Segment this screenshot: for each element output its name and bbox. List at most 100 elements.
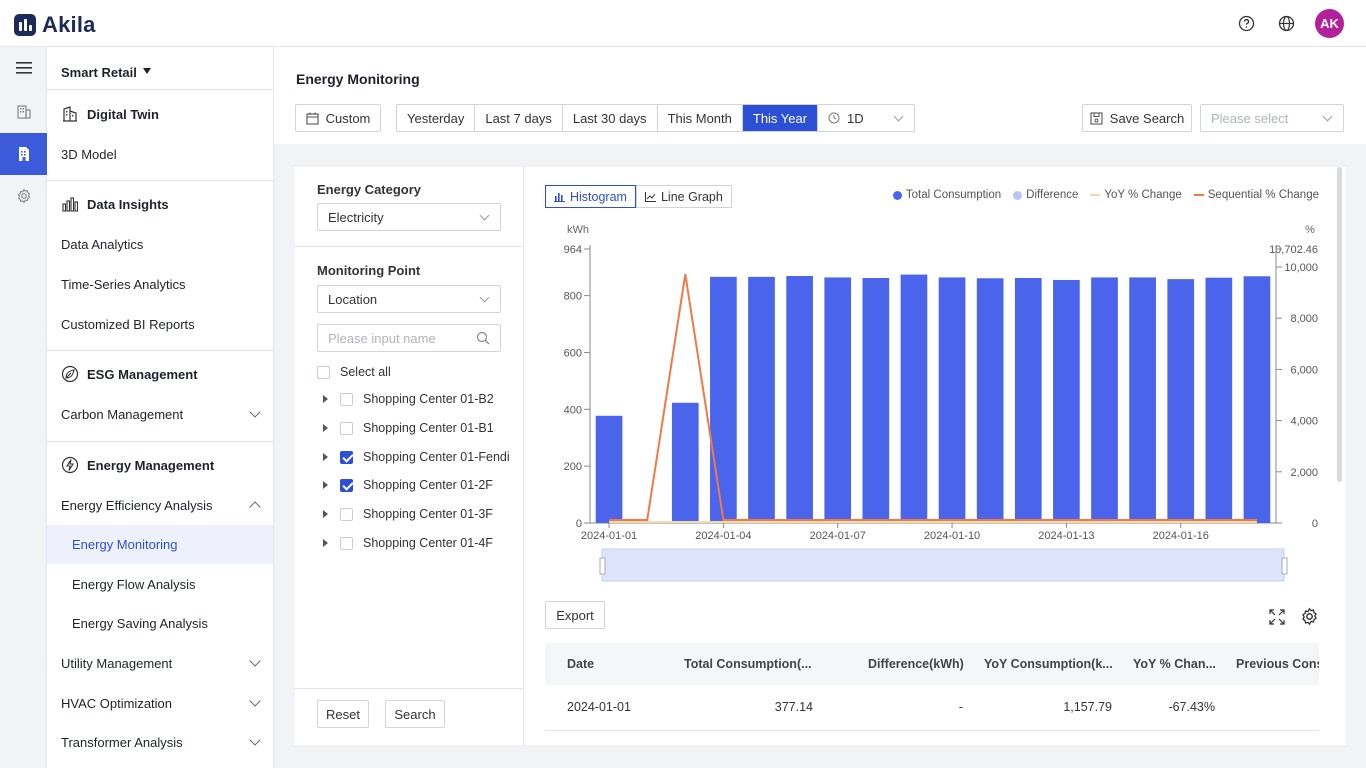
column-header[interactable]: Difference(kWh)	[868, 657, 964, 671]
monitoring-point-label: Monitoring Point	[317, 263, 421, 278]
calendar-icon	[306, 112, 319, 125]
workspace-selector[interactable]: Smart Retail	[47, 55, 273, 89]
expand-arrow-icon[interactable]	[323, 481, 328, 489]
monitoring-point-select[interactable]: Location	[317, 285, 501, 313]
settings-gear-icon[interactable]	[0, 175, 47, 217]
range-this-year[interactable]: This Year	[742, 105, 818, 131]
clock-icon	[828, 112, 840, 124]
y-tick-label: 800	[564, 291, 582, 303]
tree-item[interactable]: Shopping Center 01-4F	[323, 536, 493, 550]
energy-icon	[61, 456, 79, 474]
checkbox[interactable]	[317, 365, 330, 379]
column-header[interactable]: Previous Consu	[1236, 657, 1319, 671]
checkbox[interactable]	[340, 536, 353, 550]
point-search-input[interactable]: Please input name	[317, 324, 501, 352]
x-tick-label: 2024-01-10	[924, 530, 980, 542]
expand-arrow-icon[interactable]	[323, 539, 328, 547]
sidebar-item-data-analytics[interactable]: Data Analytics	[47, 227, 273, 261]
histogram-tab[interactable]: Histogram	[545, 185, 636, 208]
range-last-7-days[interactable]: Last 7 days	[475, 105, 563, 131]
range-last-30-days[interactable]: Last 30 days	[563, 105, 658, 131]
y-tick-label: 200	[564, 461, 582, 473]
legend-item[interactable]: Sequential % Change	[1193, 189, 1319, 201]
expand-arrow-icon[interactable]	[323, 424, 328, 432]
table-cell: 377.14	[774, 700, 813, 714]
reset-button[interactable]: Reset	[317, 700, 369, 728]
search-button[interactable]: Search	[385, 700, 445, 728]
saved-search-select[interactable]: Please select	[1200, 104, 1344, 132]
section-digital-twin[interactable]: Digital Twin	[47, 97, 273, 131]
search-icon[interactable]	[476, 331, 490, 345]
app-logo[interactable]: Akila	[14, 12, 96, 38]
legend-item[interactable]: Difference	[1013, 189, 1078, 201]
sidebar-item-customized-bi-reports[interactable]: Customized BI Reports	[47, 307, 273, 341]
x-tick-label: 2024-01-04	[695, 530, 751, 542]
help-icon[interactable]	[1235, 13, 1257, 35]
granularity-select[interactable]: 1D	[817, 104, 915, 132]
column-header[interactable]: YoY % Chan...	[1133, 657, 1218, 671]
checkbox[interactable]	[340, 507, 353, 521]
column-header[interactable]: YoY Consumption(k...	[984, 657, 1114, 671]
bar-chart-icon	[61, 195, 79, 213]
scrollbar[interactable]	[1337, 167, 1342, 482]
tree-item[interactable]: Shopping Center 01-Fendi	[323, 450, 510, 464]
legend-item[interactable]: YoY % Change	[1090, 189, 1182, 201]
filter-panel: Energy Category Electricity Monitoring P…	[295, 167, 524, 745]
sidebar-item-transformer-analysis[interactable]: Transformer Analysis	[47, 725, 273, 759]
checkbox[interactable]	[340, 450, 353, 464]
x-tick-label: 2024-01-16	[1153, 530, 1209, 542]
tree-item[interactable]: Shopping Center 01-3F	[323, 507, 493, 521]
sidebar-item-energy-efficiency-analysis[interactable]: Energy Efficiency Analysis	[47, 488, 273, 522]
expand-arrow-icon[interactable]	[323, 510, 328, 518]
expand-arrow-icon[interactable]	[323, 395, 328, 403]
range-this-month[interactable]: This Month	[658, 105, 743, 131]
table-cell: -67.43%	[1168, 700, 1215, 714]
sidebar-item-energy-monitoring[interactable]: Energy Monitoring	[47, 525, 273, 564]
sidebar-item-energy-saving-analysis[interactable]: Energy Saving Analysis	[47, 606, 273, 640]
chevron-down-icon	[479, 292, 490, 303]
globe-icon[interactable]	[1275, 13, 1297, 35]
checkbox[interactable]	[340, 478, 353, 492]
custom-range-button[interactable]: Custom	[295, 104, 381, 132]
energy-building-icon[interactable]	[0, 133, 47, 175]
chevron-up-icon	[249, 501, 261, 513]
fullscreen-icon[interactable]	[1269, 609, 1285, 628]
sidebar-item-3d-model[interactable]: 3D Model	[47, 137, 273, 171]
sidebar-item-hvac-optimization[interactable]: HVAC Optimization	[47, 686, 273, 720]
y-tick-label: 400	[564, 404, 582, 416]
sidebar-item-utility-management[interactable]: Utility Management	[47, 646, 273, 680]
leaf-icon	[61, 365, 79, 383]
main-content: Energy Monitoring Custom Yesterday Last …	[274, 47, 1366, 768]
tree-item[interactable]: Shopping Center 01-B1	[323, 421, 494, 435]
checkbox[interactable]	[340, 421, 353, 435]
section-data-insights[interactable]: Data Insights	[47, 187, 273, 221]
y2-tick-label: 6,000	[1290, 364, 1318, 376]
select-all-checkbox[interactable]: Select all	[317, 365, 391, 379]
menu-toggle-icon[interactable]	[0, 47, 47, 89]
checkbox[interactable]	[340, 392, 353, 406]
zoom-handle-right	[1281, 557, 1288, 575]
left-axis-unit: kWh	[567, 224, 589, 236]
column-header[interactable]: Date	[567, 657, 667, 671]
section-energy-management[interactable]: Energy Management	[47, 448, 273, 482]
energy-category-select[interactable]: Electricity	[317, 203, 501, 231]
column-header[interactable]: Total Consumption(...	[684, 657, 814, 671]
export-button[interactable]: Export	[545, 601, 605, 629]
sidebar-item-energy-flow-analysis[interactable]: Energy Flow Analysis	[47, 567, 273, 601]
tree-item[interactable]: Shopping Center 01-2F	[323, 478, 493, 492]
expand-arrow-icon[interactable]	[323, 453, 328, 461]
section-esg-management[interactable]: ESG Management	[47, 357, 273, 391]
sidebar-item-carbon-management[interactable]: Carbon Management	[47, 397, 273, 431]
save-search-button[interactable]: Save Search	[1082, 104, 1192, 132]
table-settings-icon[interactable]	[1300, 607, 1319, 629]
logo-icon	[14, 14, 36, 36]
range-yesterday[interactable]: Yesterday	[397, 105, 476, 131]
tree-item[interactable]: Shopping Center 01-B2	[323, 392, 494, 406]
line-graph-tab[interactable]: Line Graph	[635, 185, 732, 208]
building-icon[interactable]	[0, 91, 47, 133]
chevron-down-icon	[893, 111, 904, 122]
user-avatar[interactable]: AK	[1315, 9, 1344, 38]
legend-item[interactable]: Total Consumption	[892, 189, 1001, 201]
sidebar-item-time-series-analytics[interactable]: Time-Series Analytics	[47, 267, 273, 301]
chart-bar	[595, 415, 623, 523]
